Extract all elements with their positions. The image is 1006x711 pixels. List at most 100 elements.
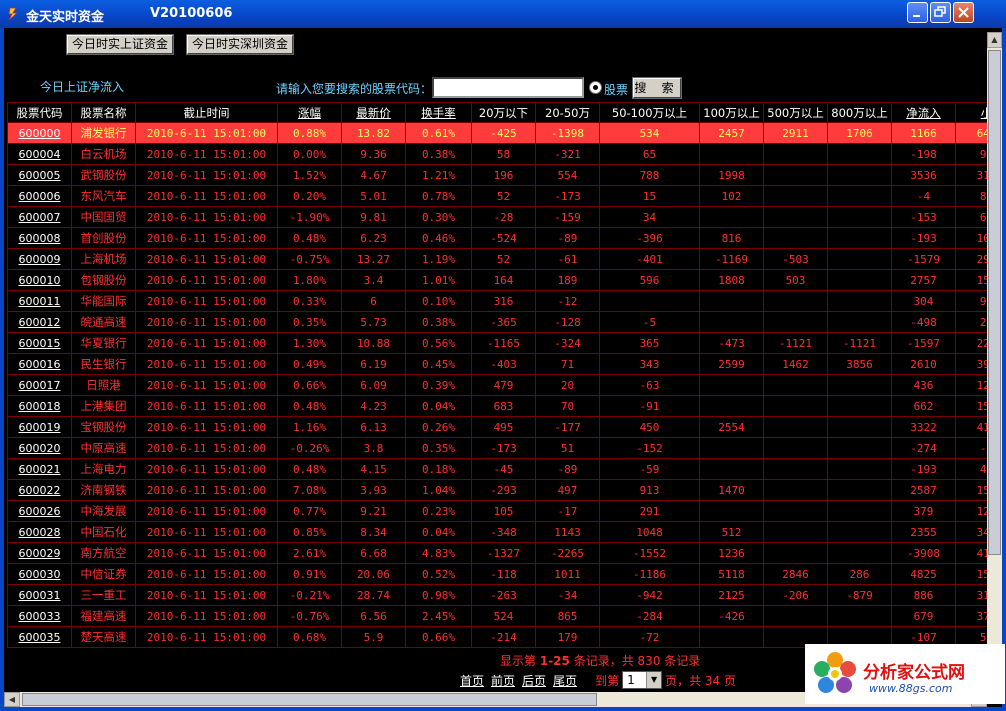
column-header[interactable]: 净流入 xyxy=(891,102,956,123)
table-row[interactable]: 600022 济南钢铁 2010-6-11 15:01:00 7.08% 3.93 1.0… xyxy=(7,479,987,501)
stock-code-link[interactable]: 600009 xyxy=(7,248,72,270)
table-cell: 1.52% xyxy=(277,164,342,186)
close-icon xyxy=(958,7,969,18)
table-row[interactable]: 600029 南方航空 2010-6-11 15:01:00 2.61% 6.68 4.8… xyxy=(7,542,987,564)
stock-code-link[interactable]: 600033 xyxy=(7,605,72,627)
table-row[interactable]: 600005 武钢股份 2010-6-11 15:01:00 1.52% 4.67 1.2… xyxy=(7,164,987,186)
table-row[interactable]: 600008 首创股份 2010-6-11 15:01:00 0.48% 6.23 0.4… xyxy=(7,227,987,249)
table-row[interactable]: 600028 中国石化 2010-6-11 15:01:00 0.85% 8.34 0.0… xyxy=(7,521,987,543)
scroll-up-icon[interactable]: ▲ xyxy=(987,32,1002,48)
stock-code-link[interactable]: 600005 xyxy=(7,164,72,186)
table-row[interactable]: 600019 宝钢股份 2010-6-11 15:01:00 1.16% 6.13 0.2… xyxy=(7,416,987,438)
stock-radio[interactable] xyxy=(589,81,602,94)
horizontal-scroll-thumb[interactable] xyxy=(22,693,597,706)
table-row[interactable]: 600009 上海机场 2010-6-11 15:01:00 -0.75% 13.27 1… xyxy=(7,248,987,270)
time-cell: 2010-6-11 15:01:00 xyxy=(135,626,278,648)
stock-code-link[interactable]: 600029 xyxy=(7,542,72,564)
stock-code-link[interactable]: 600026 xyxy=(7,500,72,522)
stock-code-link[interactable]: 600012 xyxy=(7,311,72,333)
column-header[interactable]: 涨幅 xyxy=(277,102,342,123)
table-cell xyxy=(763,311,828,333)
maximize-button[interactable] xyxy=(930,2,951,23)
table-cell: -206 xyxy=(763,584,828,606)
table-cell: 436 xyxy=(891,374,956,396)
scroll-left-icon[interactable]: ◀ xyxy=(4,692,20,707)
dropdown-arrow-icon[interactable]: ▼ xyxy=(646,672,662,688)
stock-code-link[interactable]: 600031 xyxy=(7,584,72,606)
table-row[interactable]: 600018 上港集团 2010-6-11 15:01:00 0.48% 4.23 0.0… xyxy=(7,395,987,417)
vertical-scroll-thumb[interactable] xyxy=(988,50,1001,555)
table-cell: 662 xyxy=(891,395,956,417)
column-header[interactable]: 换手率 xyxy=(405,102,472,123)
stock-code-link[interactable]: 600008 xyxy=(7,227,72,249)
table-row[interactable]: 600010 包钢股份 2010-6-11 15:01:00 1.80% 3.4 1.01… xyxy=(7,269,987,291)
stock-code-input[interactable] xyxy=(432,77,584,98)
table-row[interactable]: 600007 中国国贸 2010-6-11 15:01:00 -1.90% 9.81 0.… xyxy=(7,206,987,228)
table-cell: 1462 xyxy=(763,353,828,375)
table-cell: -524 xyxy=(471,227,536,249)
table-cell: 286 xyxy=(827,563,892,585)
stock-code-link[interactable]: 600019 xyxy=(7,416,72,438)
table-cell: 0.00% xyxy=(277,143,342,165)
table-cell: 164 xyxy=(471,269,536,291)
table-cell: 51 xyxy=(535,437,600,459)
table-row[interactable]: 600016 民生银行 2010-6-11 15:01:00 0.49% 6.19 0.4… xyxy=(7,353,987,375)
stock-code-link[interactable]: 600007 xyxy=(7,206,72,228)
table-row[interactable]: 600000 浦发银行 2010-6-11 15:01:00 0.88% 13.82 0.… xyxy=(7,122,987,144)
table-cell: 503 xyxy=(763,269,828,291)
stock-code-link[interactable]: 600010 xyxy=(7,269,72,291)
time-cell: 2010-6-11 15:01:00 xyxy=(135,353,278,375)
first-page-link[interactable]: 首页 xyxy=(460,672,484,689)
stock-code-link[interactable]: 600035 xyxy=(7,626,72,648)
table-cell: -348 xyxy=(471,521,536,543)
stock-code-link[interactable]: 600021 xyxy=(7,458,72,480)
stock-code-link[interactable]: 600015 xyxy=(7,332,72,354)
next-page-link[interactable]: 后页 xyxy=(522,672,546,689)
table-row[interactable]: 600011 华能国际 2010-6-11 15:01:00 0.33% 6 0.10% 3… xyxy=(7,290,987,312)
table-row[interactable]: 600031 三一重工 2010-6-11 15:01:00 -0.21% 28.74 0… xyxy=(7,584,987,606)
table-row[interactable]: 600020 中原高速 2010-6-11 15:01:00 -0.26% 3.8 0.3… xyxy=(7,437,987,459)
page-select[interactable]: 1 ▼ xyxy=(622,671,663,689)
stock-name-cell: 中信证券 xyxy=(71,563,136,585)
table-cell: 13.82 xyxy=(341,122,406,144)
sh-funds-button[interactable]: 今日时实上证资金 xyxy=(65,34,175,55)
column-header[interactable]: 小 xyxy=(955,102,987,123)
close-button[interactable] xyxy=(953,2,974,23)
table-row[interactable]: 600033 福建高速 2010-6-11 15:01:00 -0.76% 6.56 2.… xyxy=(7,605,987,627)
table-row[interactable]: 600021 上海电力 2010-6-11 15:01:00 0.48% 4.15 0.1… xyxy=(7,458,987,480)
stock-code-link[interactable]: 600022 xyxy=(7,479,72,501)
stock-code-link[interactable]: 600017 xyxy=(7,374,72,396)
table-cell: 20 xyxy=(535,374,600,396)
stock-code-link[interactable]: 600020 xyxy=(7,437,72,459)
stock-code-link[interactable]: 600000 xyxy=(7,122,72,144)
column-header: 截止时间 xyxy=(135,102,278,123)
table-row[interactable]: 600015 华夏银行 2010-6-11 15:01:00 1.30% 10.88 0.… xyxy=(7,332,987,354)
last-page-link[interactable]: 尾页 xyxy=(553,672,577,689)
stock-code-link[interactable]: 600018 xyxy=(7,395,72,417)
table-row[interactable]: 600026 中海发展 2010-6-11 15:01:00 0.77% 9.21 0.2… xyxy=(7,500,987,522)
search-button[interactable]: 搜 索 xyxy=(632,77,682,99)
table-row[interactable]: 600004 白云机场 2010-6-11 15:01:00 0.00% 9.36 0.3… xyxy=(7,143,987,165)
stock-code-link[interactable]: 600006 xyxy=(7,185,72,207)
table-row[interactable]: 600030 中信证券 2010-6-11 15:01:00 0.91% 20.06 0.… xyxy=(7,563,987,585)
table-cell: 6.09 xyxy=(341,374,406,396)
table-header-row: 股票代码 股票名称 截止时间 涨幅 最新价 换手率 20万以下 20-50万 50-100万以上… xyxy=(7,102,987,123)
sz-funds-button[interactable]: 今日时实深圳资金 xyxy=(185,34,295,55)
prev-page-link[interactable]: 前页 xyxy=(491,672,515,689)
stock-code-link[interactable]: 600030 xyxy=(7,563,72,585)
vertical-scrollbar[interactable]: ▲ ▼ xyxy=(987,32,1002,692)
minimize-button[interactable] xyxy=(907,2,928,23)
stock-code-link[interactable]: 600011 xyxy=(7,290,72,312)
table-cell: -1327 xyxy=(471,542,536,564)
table-row[interactable]: 600012 皖通高速 2010-6-11 15:01:00 0.35% 5.73 0.3… xyxy=(7,311,987,333)
stock-code-link[interactable]: 600004 xyxy=(7,143,72,165)
stock-code-link[interactable]: 600028 xyxy=(7,521,72,543)
table-row[interactable]: 600017 日照港 2010-6-11 15:01:00 0.66% 6.09 0.39… xyxy=(7,374,987,396)
table-row[interactable]: 600006 东风汽车 2010-6-11 15:01:00 0.20% 5.01 0.7… xyxy=(7,185,987,207)
stock-code-link[interactable]: 600016 xyxy=(7,353,72,375)
table-cell: 304 xyxy=(891,290,956,312)
table-cell xyxy=(763,290,828,312)
stock-name-cell: 上海机场 xyxy=(71,248,136,270)
table-cell: 0.52% xyxy=(405,563,472,585)
column-header[interactable]: 最新价 xyxy=(341,102,406,123)
